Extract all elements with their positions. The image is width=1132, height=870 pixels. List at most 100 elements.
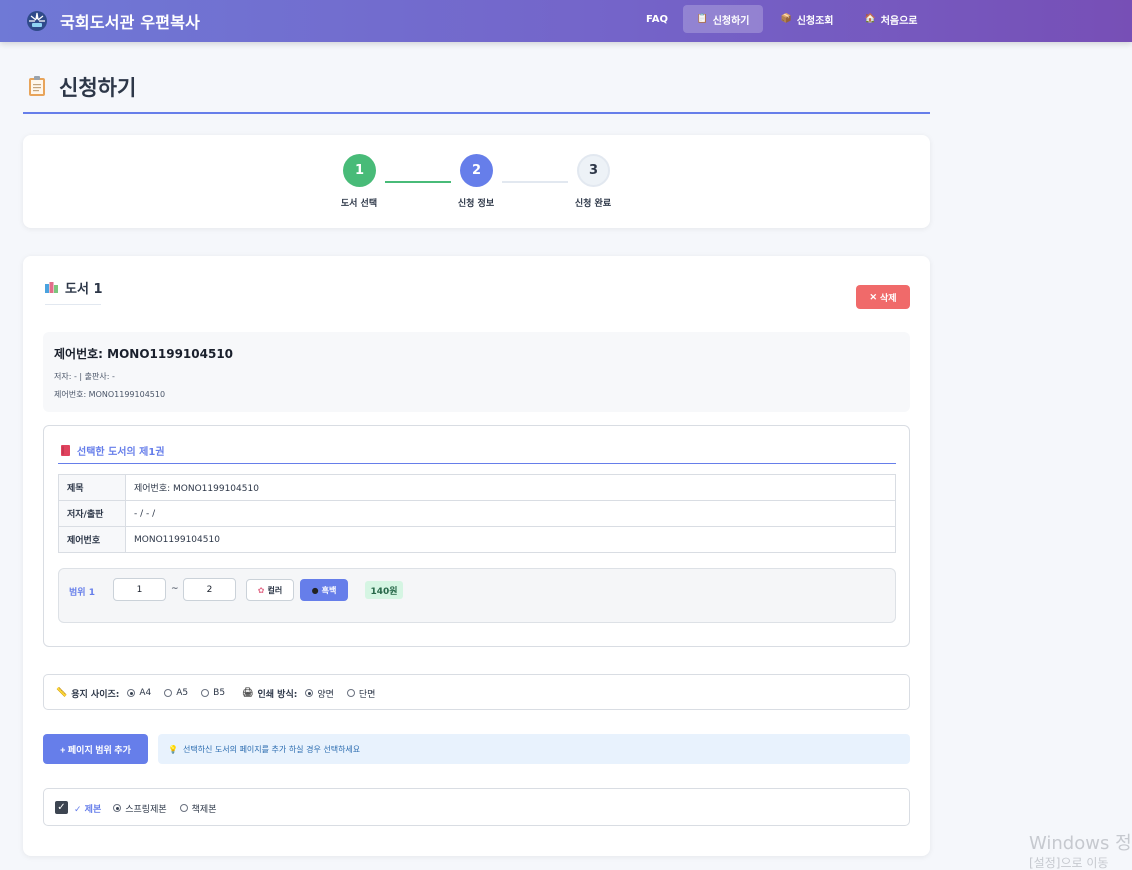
close-icon: ✕ — [869, 291, 877, 302]
step-1-circle: 1 — [343, 154, 376, 187]
table-row: 제어번호 MONO1199104510 — [58, 526, 896, 553]
radio-b5[interactable] — [201, 689, 210, 697]
radio-book[interactable] — [179, 804, 188, 812]
step-3-circle: 3 — [577, 154, 610, 187]
radio-duplex[interactable] — [305, 689, 314, 697]
range-from-input[interactable] — [113, 578, 166, 601]
radio-spring[interactable] — [113, 804, 122, 812]
step-connector-2 — [502, 181, 568, 183]
mono-mode-button[interactable]: ● 흑백 — [300, 579, 348, 601]
binding-label: ✓ 제본 — [74, 804, 102, 815]
paper-size-label-wrap: 📏 용지 사이즈: — [56, 687, 119, 700]
paper-option-b5[interactable]: B5 — [201, 688, 225, 698]
print-mode-label-wrap: 🖨 인쇄 방식: — [242, 687, 297, 700]
stepper-card: 1 도서 선택 2 신청 정보 3 신청 완료 — [23, 135, 930, 228]
page-header: 신청하기 — [23, 70, 930, 114]
book-section-title: 도서 1 — [45, 278, 103, 297]
volume-title: 선택한 도서의 제1권 — [61, 443, 165, 458]
add-range-hint-text: 선택하신 도서의 페이지를 추가 하실 경우 선택하세요 — [182, 744, 361, 754]
print-option-duplex[interactable]: 양면 — [305, 687, 334, 700]
nav-lookup[interactable]: 📦 신청조회 — [773, 5, 841, 33]
printer-icon: 🖨 — [242, 688, 254, 698]
book-icon — [61, 445, 70, 456]
row-header-author: 저자/출판 — [58, 500, 126, 527]
books-icon — [45, 281, 58, 293]
binding-option-spring-label: 스프링제본 — [125, 804, 167, 815]
add-range-hint: 💡 선택하신 도서의 페이지를 추가 하실 경우 선택하세요 — [158, 734, 910, 764]
binding-checkbox[interactable]: ✓ — [55, 801, 68, 814]
binding-option-book-label: 책제본 — [191, 804, 217, 815]
paper-option-a4[interactable]: A4 — [127, 688, 151, 698]
row-value-control: MONO1199104510 — [125, 526, 896, 553]
delete-button-label: 삭제 — [879, 292, 897, 303]
top-navbar: 국회도서관 우편복사 FAQ 📋 신청하기 📦 신청조회 🏠 처음으로 — [0, 0, 1132, 42]
book-info-box: 제어번호: MONO1199104510 저자: - | 출판사: - 제어번호… — [43, 332, 910, 412]
row-value-author: - / - / — [125, 500, 896, 527]
volume-table: 제목 제어번호: MONO1199104510 저자/출판 - / - / 제어… — [58, 474, 896, 553]
volume-title-text: 선택한 도서의 제1권 — [77, 447, 165, 458]
range-separator: ~ — [171, 584, 179, 594]
row-header-control: 제어번호 — [58, 526, 126, 553]
book-title-text: 도서 1 — [65, 282, 103, 297]
print-option-simplex-label: 단면 — [358, 689, 376, 700]
step-2-label: 신청 정보 — [457, 199, 495, 209]
print-option-duplex-label: 양면 — [317, 689, 334, 700]
clipboard-icon: 📋 — [696, 14, 708, 24]
black-circle-icon: ● — [311, 585, 319, 595]
delete-button[interactable]: ✕ 삭제 — [856, 285, 910, 309]
radio-a5[interactable] — [164, 689, 173, 697]
row-header-title: 제목 — [58, 474, 126, 501]
palette-icon: ✿ — [257, 585, 265, 595]
nav-faq-label: FAQ — [646, 13, 668, 25]
binding-box: ✓ ✓ 제본 스프링제본 책제본 — [43, 788, 910, 826]
mono-mode-label: 흑백 — [321, 585, 337, 595]
table-row: 제목 제어번호: MONO1199104510 — [58, 474, 896, 501]
nav-faq[interactable]: FAQ — [640, 5, 674, 33]
clipboard-icon — [29, 76, 45, 96]
paper-size-label: 용지 사이즈: — [71, 689, 120, 700]
step-3-label: 신청 완료 — [574, 199, 612, 209]
row-value-title: 제어번호: MONO1199104510 — [125, 474, 896, 501]
nav-apply-label: 신청하기 — [712, 15, 750, 27]
book-card: 도서 1 ✕ 삭제 제어번호: MONO1199104510 저자: - | 출… — [23, 256, 930, 856]
paper-option-a5[interactable]: A5 — [164, 688, 188, 698]
binding-row: ✓ 제본 스프링제본 책제본 — [74, 789, 224, 827]
color-mode-label: 컬러 — [267, 585, 283, 595]
section-divider — [45, 304, 101, 305]
binding-option-book[interactable]: 책제본 — [179, 802, 217, 815]
step-2-circle: 2 — [460, 154, 493, 187]
paper-option-a5-label: A5 — [176, 688, 189, 698]
volume-box: 선택한 도서의 제1권 제목 제어번호: MONO1199104510 저자/출… — [43, 425, 910, 647]
paper-option-a4-label: A4 — [139, 688, 152, 698]
range-to-input[interactable] — [183, 578, 236, 601]
book-author-publisher: 저자: - | 출판사: - — [54, 372, 115, 381]
print-options-box: 📏 용지 사이즈: A4 A5 B5 🖨 인쇄 방식: 양면 단면 — [43, 674, 910, 710]
library-logo-icon — [27, 11, 47, 31]
color-mode-button[interactable]: ✿ 컬러 — [246, 579, 294, 601]
print-mode-label: 인쇄 방식: — [257, 689, 298, 700]
windows-activation-watermark: Windows 정 — [1029, 833, 1132, 854]
binding-option-spring[interactable]: 스프링제본 — [113, 802, 167, 815]
page-title: 신청하기 — [59, 76, 137, 100]
nav-lookup-label: 신청조회 — [796, 15, 834, 27]
radio-simplex[interactable] — [346, 689, 355, 697]
book-control-number: 제어번호: MONO1199104510 — [54, 390, 166, 399]
volume-divider — [58, 463, 896, 464]
page-range-box: 범위 1 ~ ✿ 컬러 ● 흑백 140원 — [58, 568, 896, 623]
price-badge: 140원 — [365, 581, 403, 599]
print-options-row: 📏 용지 사이즈: A4 A5 B5 🖨 인쇄 방식: 양면 단면 — [56, 675, 382, 711]
table-row: 저자/출판 - / - / — [58, 500, 896, 527]
book-info-title: 제어번호: MONO1199104510 — [54, 347, 234, 361]
paper-option-b5-label: B5 — [213, 688, 226, 698]
step-connector-1 — [385, 181, 451, 183]
nav-apply[interactable]: 📋 신청하기 — [683, 5, 763, 33]
add-page-range-button[interactable]: + 페이지 범위 추가 — [43, 734, 148, 764]
brand[interactable]: 국회도서관 우편복사 — [26, 7, 200, 35]
ruler-icon: 📏 — [56, 688, 68, 698]
radio-a4[interactable] — [127, 689, 136, 697]
nav-home[interactable]: 🏠 처음으로 — [857, 5, 925, 33]
print-option-simplex[interactable]: 단면 — [346, 687, 376, 700]
lightbulb-icon: 💡 — [168, 744, 178, 754]
home-icon: 🏠 — [864, 14, 876, 24]
range-label: 범위 1 — [69, 588, 95, 598]
